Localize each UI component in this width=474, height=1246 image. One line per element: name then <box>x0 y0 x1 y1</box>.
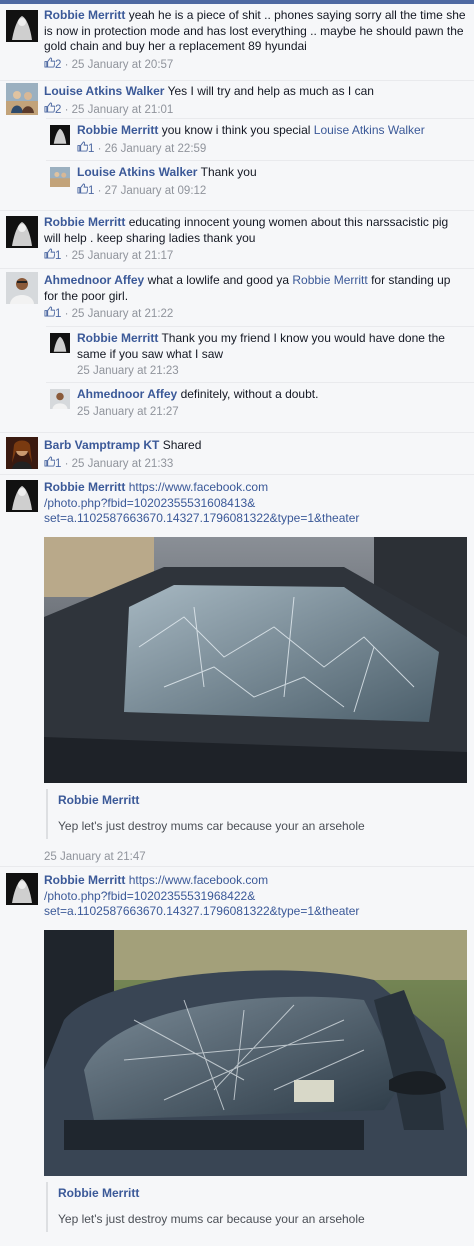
shared-photo-caption: Robbie Merritt Yep let's just destroy mu… <box>46 1182 466 1232</box>
like-count[interactable]: 2 <box>55 104 61 116</box>
photo-link[interactable]: https://www.facebook.com <box>129 873 268 887</box>
comment-author[interactable]: Robbie Merritt <box>77 123 158 137</box>
avatar[interactable] <box>6 437 38 469</box>
avatar[interactable] <box>50 333 70 353</box>
comment-text: Thank you <box>200 165 257 179</box>
comment: Robbie Merritt educating innocent young … <box>0 210 474 268</box>
comment-text: definitely, without a doubt. <box>180 387 319 401</box>
avatar[interactable] <box>6 272 38 304</box>
comment-author[interactable]: Robbie Merritt <box>44 480 125 494</box>
comment-meta: 25 January at 21:47 <box>44 851 146 863</box>
timestamp[interactable]: 25 January at 21:17 <box>72 250 174 262</box>
comment-author[interactable]: Robbie Merritt <box>77 331 158 345</box>
comment-meta: 1 · 25 January at 21:17 <box>44 248 466 265</box>
timestamp[interactable]: 25 January at 20:57 <box>72 59 174 71</box>
thumbs-up-icon[interactable] <box>44 306 56 322</box>
avatar[interactable] <box>50 389 70 409</box>
tagged-user[interactable]: Robbie Merritt <box>292 273 367 287</box>
timestamp[interactable]: 25 January at 21:47 <box>44 851 146 863</box>
avatar[interactable] <box>6 216 38 248</box>
comment-meta: 1 · 26 January at 22:59 <box>77 140 466 158</box>
shared-owner[interactable]: Robbie Merritt <box>58 1182 466 1200</box>
comment-author[interactable]: Ahmednoor Affey <box>77 387 177 401</box>
photo-link-line3[interactable]: set=a.1102587663670.14327.1796081322&typ… <box>44 904 359 918</box>
comment-author[interactable]: Louise Atkins Walker <box>44 84 164 98</box>
separator: · <box>64 308 69 320</box>
comment: Barb Vamptramp KT Shared 1 · 25 January … <box>0 432 474 474</box>
reply: Robbie Merritt Thank you my friend I kno… <box>46 326 474 382</box>
thumbs-up-icon[interactable] <box>77 140 89 157</box>
shared-photo[interactable] <box>44 537 467 783</box>
comment-meta: 25 January at 21:27 <box>77 405 466 421</box>
timestamp[interactable]: 25 January at 21:23 <box>77 365 179 377</box>
timestamp[interactable]: 26 January at 22:59 <box>105 143 207 155</box>
separator: · <box>64 250 69 262</box>
like-count[interactable]: 1 <box>88 143 94 155</box>
separator: · <box>97 184 102 197</box>
comment: Ahmednoor Affey what a lowlife and good … <box>0 268 474 326</box>
reply: Louise Atkins Walker Thank you 1 · 27 Ja… <box>46 160 474 210</box>
separator: · <box>97 142 102 155</box>
like-count[interactable]: 1 <box>55 458 61 470</box>
thumbs-up-icon[interactable] <box>44 101 56 118</box>
timestamp[interactable]: 25 January at 21:01 <box>72 104 174 116</box>
avatar[interactable] <box>6 480 38 512</box>
comment-text: Yes I will try and help as much as I can <box>167 84 374 98</box>
comment-text: what a lowlife and good ya <box>147 273 290 287</box>
separator: · <box>64 58 69 71</box>
comment-author[interactable]: Robbie Merritt <box>44 8 125 22</box>
timestamp[interactable]: 25 January at 21:22 <box>72 308 174 320</box>
like-count[interactable]: 1 <box>55 250 61 262</box>
separator: · <box>64 103 69 116</box>
comment-author[interactable]: Robbie Merritt <box>44 873 125 887</box>
comment-meta: 2 · 25 January at 21:01 <box>44 101 466 119</box>
like-count[interactable]: 2 <box>55 59 61 71</box>
avatar[interactable] <box>6 10 38 42</box>
photo-link-line3[interactable]: set=a.1102587663670.14327.1796081322&typ… <box>44 511 359 525</box>
timestamp[interactable]: 25 January at 21:27 <box>77 406 179 418</box>
shared-text: Yep let's just destroy mums car because … <box>58 819 365 833</box>
thumbs-up-icon[interactable] <box>77 182 89 199</box>
photo-link-line2[interactable]: /photo.php?fbid=10202355531608413& <box>44 496 255 510</box>
thumbs-up-icon[interactable] <box>44 56 56 73</box>
comment-meta: 1 · 25 January at 21:33 <box>44 455 466 473</box>
avatar[interactable] <box>6 83 38 115</box>
comment-author[interactable]: Barb Vamptramp KT <box>44 438 159 452</box>
like-count[interactable]: 1 <box>55 308 61 320</box>
shared-owner[interactable]: Robbie Merritt <box>58 789 466 807</box>
comment: Robbie Merritt https://www.facebook.com … <box>0 474 474 866</box>
timestamp[interactable]: 25 January at 21:33 <box>72 458 174 470</box>
comment-text: Shared <box>162 438 202 452</box>
avatar[interactable] <box>50 167 70 187</box>
shared-text: Yep let's just destroy mums car because … <box>58 1212 365 1226</box>
avatar[interactable] <box>50 125 70 145</box>
comment-author[interactable]: Ahmednoor Affey <box>44 273 144 287</box>
comment-meta: 25 January at 21:23 <box>77 364 466 380</box>
avatar[interactable] <box>6 873 38 905</box>
comment-author[interactable]: Louise Atkins Walker <box>77 165 197 179</box>
comment: Robbie Merritt https://www.facebook.com … <box>0 866 474 1246</box>
thumbs-up-icon[interactable] <box>44 455 56 472</box>
comment: Louise Atkins Walker Yes I will try and … <box>0 80 474 118</box>
comment-meta: 1 · 25 January at 21:22 <box>44 306 466 323</box>
comment-meta: 1 · 27 January at 09:12 <box>77 182 466 200</box>
shared-photo[interactable] <box>44 930 467 1176</box>
comment-text: you know i think you special <box>161 123 311 137</box>
comment: Robbie Merritt yeah he is a piece of shi… <box>0 4 474 80</box>
like-count[interactable]: 1 <box>88 185 94 197</box>
thumbs-up-icon[interactable] <box>44 248 56 264</box>
reply: Robbie Merritt you know i think you spec… <box>46 118 474 162</box>
comment-meta: 2 · 25 January at 20:57 <box>44 56 466 74</box>
timestamp[interactable]: 27 January at 09:12 <box>105 185 207 197</box>
photo-link[interactable]: https://www.facebook.com <box>129 480 268 494</box>
reply: Ahmednoor Affey definitely, without a do… <box>46 382 474 432</box>
shared-photo-caption: Robbie Merritt Yep let's just destroy mu… <box>46 789 466 839</box>
photo-link-line2[interactable]: /photo.php?fbid=10202355531968422& <box>44 889 255 903</box>
separator: · <box>64 457 69 470</box>
comment-author[interactable]: Robbie Merritt <box>44 215 125 229</box>
tagged-user[interactable]: Louise Atkins Walker <box>314 123 425 137</box>
